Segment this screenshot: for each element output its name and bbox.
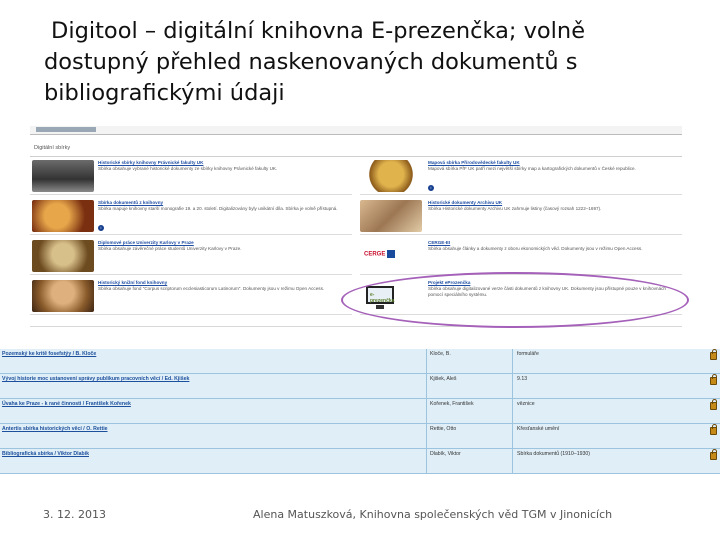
table-row[interactable]: Pozemský ke kritě fosefstýy / B. Kloče K…: [0, 349, 720, 374]
record-title-link[interactable]: Bibliografická sbírka / Viktor Dlabík: [2, 451, 89, 457]
record-subject: Sbírka dokumentů (1910–1930): [517, 451, 590, 457]
lock-icon[interactable]: [710, 449, 717, 460]
collection-entry[interactable]: Diplomové práce Univerzity Karlovy v Pra…: [30, 237, 352, 275]
record-author: Kořenek, František: [430, 401, 474, 407]
collection-description: Sbírka obsahuje digitalizované verze čás…: [428, 286, 666, 297]
record-title-link[interactable]: Pozemský ke kritě fosefstýy / B. Kloče: [2, 351, 96, 357]
collection-thumbnail: CERGE: [360, 240, 422, 272]
lock-icon[interactable]: [710, 349, 717, 360]
lock-icon[interactable]: [710, 424, 717, 435]
collection-entry[interactable]: Historické dokumenty Archivu UK Sbírka Hi…: [360, 197, 682, 235]
monitor-icon: e-prezenčka: [360, 280, 422, 312]
collection-description: Sbírka obsahuje vybrané historické dokum…: [98, 166, 278, 171]
collection-entry[interactable]: Sbírka dokumentů z knihovny Sbírka mapuje…: [30, 197, 352, 235]
record-title-link[interactable]: Antertis sbírka historických věcí / O. R…: [2, 426, 108, 432]
collection-entry[interactable]: Historický knižní fond knihovny Sbírka ob…: [30, 277, 352, 315]
collection-description: Mapová sbírka PřF UK patří mezi největší…: [428, 166, 636, 171]
collection-entry[interactable]: Mapová sbírka Přírodovědecké fakulty UK M…: [360, 157, 682, 195]
record-author: Kjišek, Aleš: [430, 376, 457, 382]
collection-description: Sbírka obsahuje články a dokumenty z obo…: [428, 246, 643, 251]
info-icon[interactable]: i: [98, 225, 104, 231]
collection-thumbnail: [32, 160, 94, 192]
section-heading: Digitální sbírky: [30, 135, 682, 157]
collection-thumbnail: [32, 240, 94, 272]
slide-title: Digitool – digitální knihovna E-prezenčk…: [44, 16, 684, 109]
record-subject: věznice: [517, 401, 535, 407]
table-row[interactable]: Vývoj historie moc ustanovení správy pub…: [0, 374, 720, 399]
cerge-logo: CERGE: [364, 250, 396, 258]
lock-icon[interactable]: [710, 399, 717, 410]
collection-description: Sbírka obsahuje fond "Corpus scriptorum …: [98, 286, 325, 291]
collection-thumbnail: [360, 200, 422, 232]
collection-entry[interactable]: Historické sbírky knihovny Právnické fak…: [30, 157, 352, 195]
lock-icon[interactable]: [710, 374, 717, 385]
collection-thumbnail: [32, 280, 94, 312]
table-row[interactable]: Antertis sbírka historických věcí / O. R…: [0, 424, 720, 449]
footer-author: Alena Matuszková, Knihovna společenských…: [253, 508, 613, 521]
collection-description: Sbírka Historické dokumenty Archivu UK z…: [428, 206, 602, 211]
slide-title-line-2: dostupný přehled naskenovaných dokumentů…: [44, 49, 578, 75]
info-icon[interactable]: i: [428, 185, 434, 191]
slide-title-line-3: bibliografickými údaji: [44, 80, 285, 106]
collection-description: Sbírka mapuje knihovny starší monografie…: [98, 206, 338, 211]
collection-entry[interactable]: e-prezenčka Projekt eProzenčka Sbírka obs…: [360, 277, 682, 315]
record-author: Rettie, Otto: [430, 426, 457, 432]
collection-thumbnail: [32, 200, 94, 232]
record-author: Kloče, B.: [430, 351, 451, 357]
record-subject: formuláře: [517, 351, 539, 357]
monitor-brand: e-prezenčka: [370, 292, 395, 304]
collection-thumbnail: [360, 160, 422, 192]
record-title-link[interactable]: Úvaha ke Praze - k rané činnosti / Frant…: [2, 401, 131, 407]
bibliography-screenshot: Pozemský ke kritě fosefstýy / B. Kloče K…: [0, 349, 720, 474]
record-subject: Křesťanské umění: [517, 426, 560, 432]
screenshot-header-bar: [30, 126, 682, 135]
slide-title-line-1: Digitool – digitální knihovna E-prezenčk…: [51, 18, 586, 44]
breadcrumb: [36, 127, 96, 132]
table-row[interactable]: Úvaha ke Praze - k rané činnosti / Frant…: [0, 399, 720, 424]
record-subject: 9.13: [517, 376, 528, 382]
record-author: Dlabík, Viktor: [430, 451, 461, 457]
footer-date: 3. 12. 2013: [43, 508, 106, 521]
digital-collections-screenshot: Digitální sbírky Historické sbírky kniho…: [30, 126, 682, 327]
record-title-link[interactable]: Vývoj historie moc ustanovení správy pub…: [2, 376, 189, 382]
collection-description: Sbírka obsahuje závěrečné práce studentů…: [98, 246, 242, 251]
table-row[interactable]: Bibliografická sbírka / Viktor Dlabík Dl…: [0, 449, 720, 474]
collection-entry[interactable]: CERGE CERGE-EI Sbírka obsahuje články a d…: [360, 237, 682, 275]
